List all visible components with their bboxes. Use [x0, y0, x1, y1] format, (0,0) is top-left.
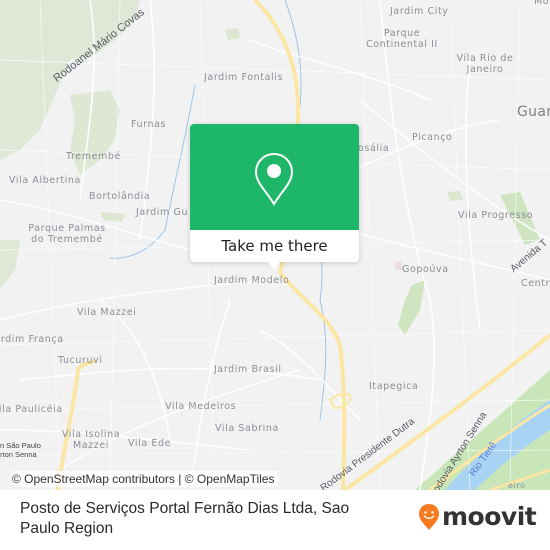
take-me-there-button[interactable]: Take me there — [190, 230, 359, 262]
place-label: Jardim City — [390, 6, 449, 17]
place-label: Furnas — [131, 119, 167, 130]
location-title: Posto de Serviços Portal Fernão Dias Ltd… — [20, 500, 350, 537]
place-label: Tucuruvi — [58, 355, 103, 366]
road-label-edge: n São Paulo rton Senna — [0, 441, 41, 459]
place-label: Parque Continental II — [366, 28, 438, 50]
map-view[interactable]: Jardim City Parque Continental II Vila R… — [0, 0, 550, 490]
place-label: Vila Albertina — [9, 175, 81, 186]
place-label: Vila Isolina Mazzei — [61, 429, 121, 451]
place-label: osália — [358, 143, 390, 154]
place-label: Jardim Gu — [136, 207, 189, 218]
moovit-wordmark: moovit — [442, 502, 537, 531]
popup-header — [190, 124, 359, 230]
place-label: Jardim Brasil — [214, 364, 282, 375]
place-label: Vila Rio de Janeiro — [456, 53, 514, 75]
place-label: eiro — [508, 481, 526, 490]
place-label: Gopoúva — [402, 264, 449, 275]
edge-label-line: rton Senna — [0, 450, 37, 459]
park-area — [70, 90, 120, 175]
place-label: Picanço — [412, 132, 453, 143]
place-label: Vila Paulicéia — [0, 404, 63, 415]
place-label: Parque Palmas do Tremembé — [28, 223, 106, 245]
place-label: Vila Progresso — [458, 210, 534, 221]
place-label: Jardim Modelo — [214, 275, 290, 286]
place-label: Guar — [517, 104, 550, 120]
map-attribution[interactable]: © OpenStreetMap contributors | © OpenMap… — [12, 471, 279, 487]
place-label: Mo — [534, 0, 550, 7]
moovit-pin-icon — [419, 504, 439, 530]
place-label: Vila Ede — [128, 438, 172, 449]
map-pin-icon — [254, 152, 294, 206]
place-label: Jardim França — [0, 334, 64, 345]
place-label: Vila Medeiros — [165, 401, 237, 412]
park-area-west — [0, 240, 20, 290]
place-label: Jardim Fontalis — [204, 72, 284, 83]
place-label: Itapegica — [369, 381, 419, 392]
footer: Posto de Serviços Portal Fernão Dias Ltd… — [0, 490, 550, 550]
place-label: Vila Sabrina — [215, 423, 279, 434]
park-gopouva — [398, 280, 425, 335]
edge-label-line: n São Paulo — [0, 441, 41, 450]
popup-pointer — [266, 260, 282, 269]
place-label: Centr — [521, 278, 550, 289]
place-label: Bortolândia — [89, 191, 151, 202]
place-label: Tremembé — [66, 151, 121, 162]
moovit-logo[interactable]: moovit — [418, 502, 537, 531]
place-label: Vila Mazzei — [77, 307, 137, 318]
location-popup: Take me there — [190, 124, 359, 269]
